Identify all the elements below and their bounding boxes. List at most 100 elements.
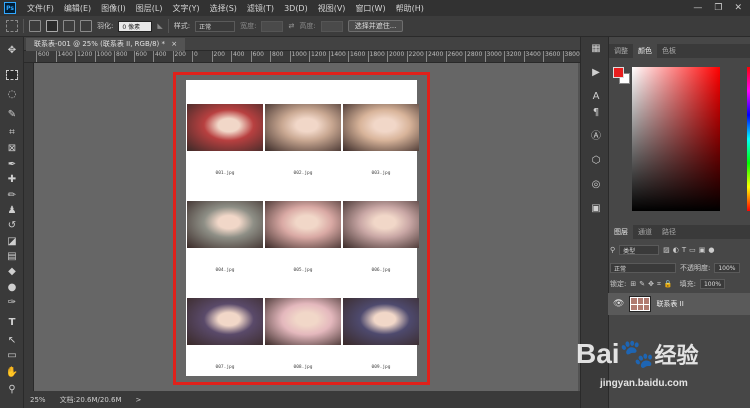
restore-button[interactable]: ❐ <box>714 3 722 13</box>
layer-row[interactable]: 👁 联系表 II <box>608 293 750 315</box>
zoom-level[interactable]: 25% <box>30 396 46 404</box>
photo-caption: 004.jpg <box>215 268 235 273</box>
marquee-icon[interactable] <box>6 70 18 80</box>
layer-name[interactable]: 联系表 II <box>656 299 683 309</box>
tab-color[interactable]: 颜色 <box>633 44 657 58</box>
feather-input[interactable]: 0 像素 <box>118 20 153 32</box>
close-window-button[interactable]: ✕ <box>734 3 742 13</box>
document-tab[interactable]: 联系表-001 @ 25% (联系表 II, RGB/8) * × <box>26 38 186 51</box>
dodge-icon[interactable]: ● <box>4 282 20 294</box>
brush-icon[interactable]: ✏ <box>4 190 20 202</box>
zoom-icon[interactable]: ⚲ <box>4 384 20 396</box>
path-select-icon[interactable]: ↖ <box>4 335 20 347</box>
status-bar: 25% 文档:20.6M/20.6M > <box>24 391 580 408</box>
menu-3d[interactable]: 3D(D) <box>279 4 313 13</box>
fill-input[interactable]: 100% <box>699 279 726 289</box>
menu-bar: Ps 文件(F) 编辑(E) 图像(I) 图层(L) 文字(Y) 选择(S) 滤… <box>0 0 750 16</box>
rectangle-icon[interactable]: ▭ <box>4 350 20 362</box>
tab-adjustments[interactable]: 调整 <box>609 44 633 58</box>
blur-icon[interactable]: ◆ <box>4 266 20 278</box>
menu-file[interactable]: 文件(F) <box>22 3 59 14</box>
close-tab-icon[interactable]: × <box>171 40 177 48</box>
document-tab-title: 联系表-001 @ 25% (联系表 II, RGB/8) * <box>34 40 166 48</box>
visibility-eye-icon[interactable]: 👁 <box>613 299 624 309</box>
ruler-tick: 2400 <box>426 51 443 62</box>
tab-swatches[interactable]: 色板 <box>657 44 681 58</box>
menu-help[interactable]: 帮助(H) <box>391 3 429 14</box>
photo-thumbnail <box>187 104 263 151</box>
menu-edit[interactable]: 编辑(E) <box>59 3 96 14</box>
eyedropper-icon[interactable]: ✒ <box>4 159 20 171</box>
minimize-button[interactable]: — <box>693 3 702 13</box>
history-icon[interactable]: ▦ <box>590 43 602 55</box>
eraser-icon[interactable]: ◪ <box>4 236 20 248</box>
lasso-icon[interactable]: ◌ <box>4 89 20 101</box>
color-panel-tabs: 调整 颜色 色板 <box>609 44 750 58</box>
document-size: 文档:20.6M/20.6M <box>59 395 122 404</box>
adjust-icon[interactable]: ◎ <box>590 179 602 191</box>
actions-icon[interactable]: ▶ <box>590 67 602 79</box>
crop-icon[interactable]: ⌗ <box>4 127 20 139</box>
paragraph-icon[interactable]: ¶ <box>590 107 602 119</box>
menu-window[interactable]: 窗口(W) <box>350 3 390 14</box>
ruler-tick: 3600 <box>543 51 560 62</box>
history-brush-icon[interactable]: ↺ <box>4 220 20 232</box>
stamp-icon[interactable]: ♟ <box>4 205 20 217</box>
menu-type[interactable]: 文字(Y) <box>167 3 204 14</box>
healing-icon[interactable]: ✚ <box>4 174 20 186</box>
subtract-selection-icon[interactable] <box>63 20 75 32</box>
contact-sheet-page[interactable]: 001.jpg 002.jpg 003.jpg 004.jpg 005.jpg 006.j… <box>186 80 419 376</box>
select-and-mask-button[interactable]: 选择并遮住... <box>347 20 404 32</box>
tab-layers[interactable]: 图层 <box>609 225 633 239</box>
ruler-tick: 400 <box>231 51 244 62</box>
type-icon[interactable]: T <box>4 317 20 329</box>
menu-layer[interactable]: 图层(L) <box>131 3 168 14</box>
glyphs-icon[interactable]: Ⓐ <box>590 131 602 143</box>
status-menu-arrow[interactable]: > <box>136 396 142 404</box>
menu-view[interactable]: 视图(V) <box>313 3 351 14</box>
ruler-tick: 2600 <box>445 51 463 62</box>
height-input[interactable] <box>320 20 343 32</box>
width-input[interactable] <box>261 20 284 32</box>
lock-row: 锁定: ⊞✎✥⌗🔒 填充: 100% <box>610 278 726 290</box>
color-picker-field[interactable] <box>632 67 720 211</box>
photoshop-logo: Ps <box>4 2 16 14</box>
character-icon[interactable]: A <box>590 91 602 103</box>
swap-icon[interactable]: ⇄ <box>288 22 294 30</box>
photo-caption: 007.jpg <box>215 365 235 370</box>
ruler-tick: 2800 <box>465 51 482 62</box>
tab-paths[interactable]: 路径 <box>657 225 681 239</box>
lock-icons[interactable]: ⊞✎✥⌗🔒 <box>630 280 675 289</box>
style-select[interactable]: 正常 <box>195 20 236 32</box>
intersect-selection-icon[interactable] <box>80 20 92 32</box>
libraries-icon[interactable]: ▣ <box>590 203 602 215</box>
antialias-icon[interactable]: ◣ <box>157 22 162 30</box>
opacity-input[interactable]: 100% <box>714 263 740 273</box>
ruler-tick: 3200 <box>504 51 521 62</box>
blend-row: 正常 不透明度: 100% <box>610 262 740 274</box>
filter-search-icon: ⚲ <box>610 246 616 254</box>
horizontal-ruler: 600 1400 1200 1000 800 600 400 200 0 200 400 600 800… <box>24 51 580 63</box>
blend-mode-select[interactable]: 正常 <box>610 263 676 273</box>
move-icon[interactable]: ✥ <box>4 45 20 57</box>
frame-icon[interactable]: ⊠ <box>4 143 20 155</box>
hand-icon[interactable]: ✋ <box>4 367 20 379</box>
marquee-preset-icon[interactable] <box>6 20 18 32</box>
foreground-swatch[interactable] <box>613 67 624 78</box>
menu-image[interactable]: 图像(I) <box>96 3 131 14</box>
filter-icons[interactable]: ▨◐T▭▣● <box>663 246 717 254</box>
menu-select[interactable]: 选择(S) <box>205 3 242 14</box>
divider <box>167 19 169 33</box>
new-selection-icon[interactable] <box>29 20 41 32</box>
ruler-tick: 1000 <box>289 51 307 62</box>
menu-filter[interactable]: 滤镜(T) <box>242 3 279 14</box>
kind-filter-select[interactable]: 类型 <box>619 245 660 255</box>
photo-caption: 001.jpg <box>215 171 235 176</box>
pen-icon[interactable]: ✑ <box>4 297 20 309</box>
add-selection-icon[interactable] <box>46 20 58 32</box>
gradient-icon[interactable]: ▤ <box>4 251 20 263</box>
photo-thumbnail <box>265 104 341 151</box>
tab-channels[interactable]: 通道 <box>633 225 657 239</box>
3d-icon[interactable]: ⬡ <box>590 155 602 167</box>
quick-select-icon[interactable]: ✎ <box>4 109 20 121</box>
